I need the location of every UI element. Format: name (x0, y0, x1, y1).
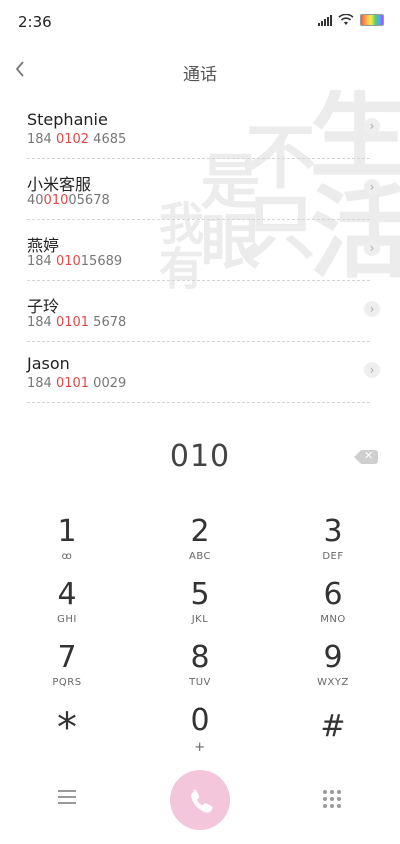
key-digit: 3 (323, 514, 343, 549)
number-match: 0101 (55, 315, 90, 330)
contact-row[interactable]: 小米客服 4001005678 › (0, 159, 400, 220)
key-digit: 9 (323, 640, 343, 675)
key-letters: ABC (188, 551, 211, 562)
key-6[interactable]: 6 MNO (273, 578, 393, 636)
key-letters: + (194, 740, 206, 755)
contact-name: Stephanie (27, 110, 108, 129)
key-7[interactable]: 7 PQRS (7, 641, 127, 699)
number-part: 40 (27, 193, 44, 208)
key-letters: MNO (320, 614, 346, 625)
contact-name: 小米客服 (27, 175, 92, 194)
menu-icon[interactable] (58, 790, 76, 804)
chevron-right-icon[interactable]: › (364, 179, 380, 195)
page-title: 通话 (183, 65, 217, 85)
status-icons (318, 14, 384, 26)
signal-icon (318, 14, 332, 26)
chevron-right-icon[interactable]: › (364, 118, 380, 134)
key-letters: WXYZ (317, 677, 349, 688)
contact-row[interactable]: Stephanie 184 0102 4685 › (0, 98, 400, 159)
key-hash[interactable]: # (273, 710, 393, 768)
bottom-bar (0, 770, 400, 830)
key-letters: DEF (322, 551, 344, 562)
contact-name: 黄工 (27, 417, 55, 420)
number-part: 05678 (68, 193, 110, 208)
key-8[interactable]: 8 TUV (140, 641, 260, 699)
dial-display: 010 ✕ (0, 422, 400, 492)
key-letters: GHI (57, 614, 77, 625)
dialpad-icon[interactable] (323, 790, 341, 808)
number-part: 184 (27, 254, 56, 269)
dialed-number: 010 (169, 439, 231, 474)
key-digit: 6 (323, 577, 343, 612)
phone-icon (191, 789, 213, 813)
key-3[interactable]: 3 DEF (273, 515, 393, 573)
chevron-right-icon[interactable]: › (364, 240, 380, 256)
chevron-right-icon[interactable]: › (364, 362, 380, 378)
key-4[interactable]: 4 GHI (7, 578, 127, 636)
number-part: 4685 (89, 132, 127, 147)
status-bar: 2:36 (0, 0, 400, 44)
number-match: 010 (43, 193, 69, 208)
contact-number: 184 0101 0029 (27, 376, 126, 391)
key-digit: 0 (190, 703, 210, 738)
header: 通话 (0, 48, 400, 92)
contact-row[interactable]: 子玲 184 0101 5678 › (0, 281, 400, 342)
contact-row[interactable]: Jason 184 0101 0029 › (0, 342, 400, 403)
chevron-right-icon[interactable]: › (364, 301, 380, 317)
key-digit: 5 (190, 577, 210, 612)
contact-name: Jason (27, 354, 70, 373)
key-star[interactable]: * (7, 708, 127, 766)
contact-row[interactable]: 燕婷 184 01015689 › (0, 220, 400, 281)
key-2[interactable]: 2 ABC (140, 515, 260, 573)
contact-number: 184 0102 4685 (27, 132, 126, 147)
key-5[interactable]: 5 JKL (140, 578, 260, 636)
key-digit: # (320, 709, 346, 744)
key-0[interactable]: 0 + (140, 704, 260, 762)
number-part: 184 (27, 315, 56, 330)
contact-list: Stephanie 184 0102 4685 › 小米客服 400100567… (0, 98, 400, 420)
contact-name: 子玲 (27, 297, 60, 316)
backspace-icon: ✕ (364, 449, 374, 462)
contact-number: 184 0101 5678 (27, 315, 126, 330)
key-digit: * (57, 705, 77, 751)
voicemail-icon: ꝏ (61, 551, 73, 562)
contact-number: 184 01015689 (27, 254, 122, 269)
key-digit: 8 (190, 640, 210, 675)
key-digit: 7 (57, 640, 77, 675)
number-part: 184 (27, 132, 56, 147)
number-part: 15689 (80, 254, 123, 269)
key-letters: PQRS (52, 677, 82, 688)
contact-number: 4001005678 (27, 193, 110, 208)
status-time: 2:36 (18, 13, 52, 31)
number-part: 184 (27, 376, 56, 391)
key-9[interactable]: 9 WXYZ (273, 641, 393, 699)
number-match: 010 (55, 254, 81, 269)
contact-name: 燕婷 (27, 236, 60, 255)
call-button[interactable] (170, 770, 230, 830)
key-digit: 4 (57, 577, 77, 612)
key-digit: 2 (190, 514, 210, 549)
number-match: 0101 (55, 376, 90, 391)
key-1[interactable]: 1ꝏ (7, 515, 127, 573)
battery-icon (360, 14, 384, 26)
key-digit: 1 (57, 514, 77, 549)
number-part: 0029 (89, 376, 127, 391)
contact-row[interactable]: 黄工 (0, 403, 400, 420)
wifi-icon (338, 14, 354, 25)
number-part: 5678 (89, 315, 127, 330)
key-letters: JKL (191, 614, 209, 625)
number-match: 0102 (55, 132, 90, 147)
key-letters: TUV (189, 677, 211, 688)
